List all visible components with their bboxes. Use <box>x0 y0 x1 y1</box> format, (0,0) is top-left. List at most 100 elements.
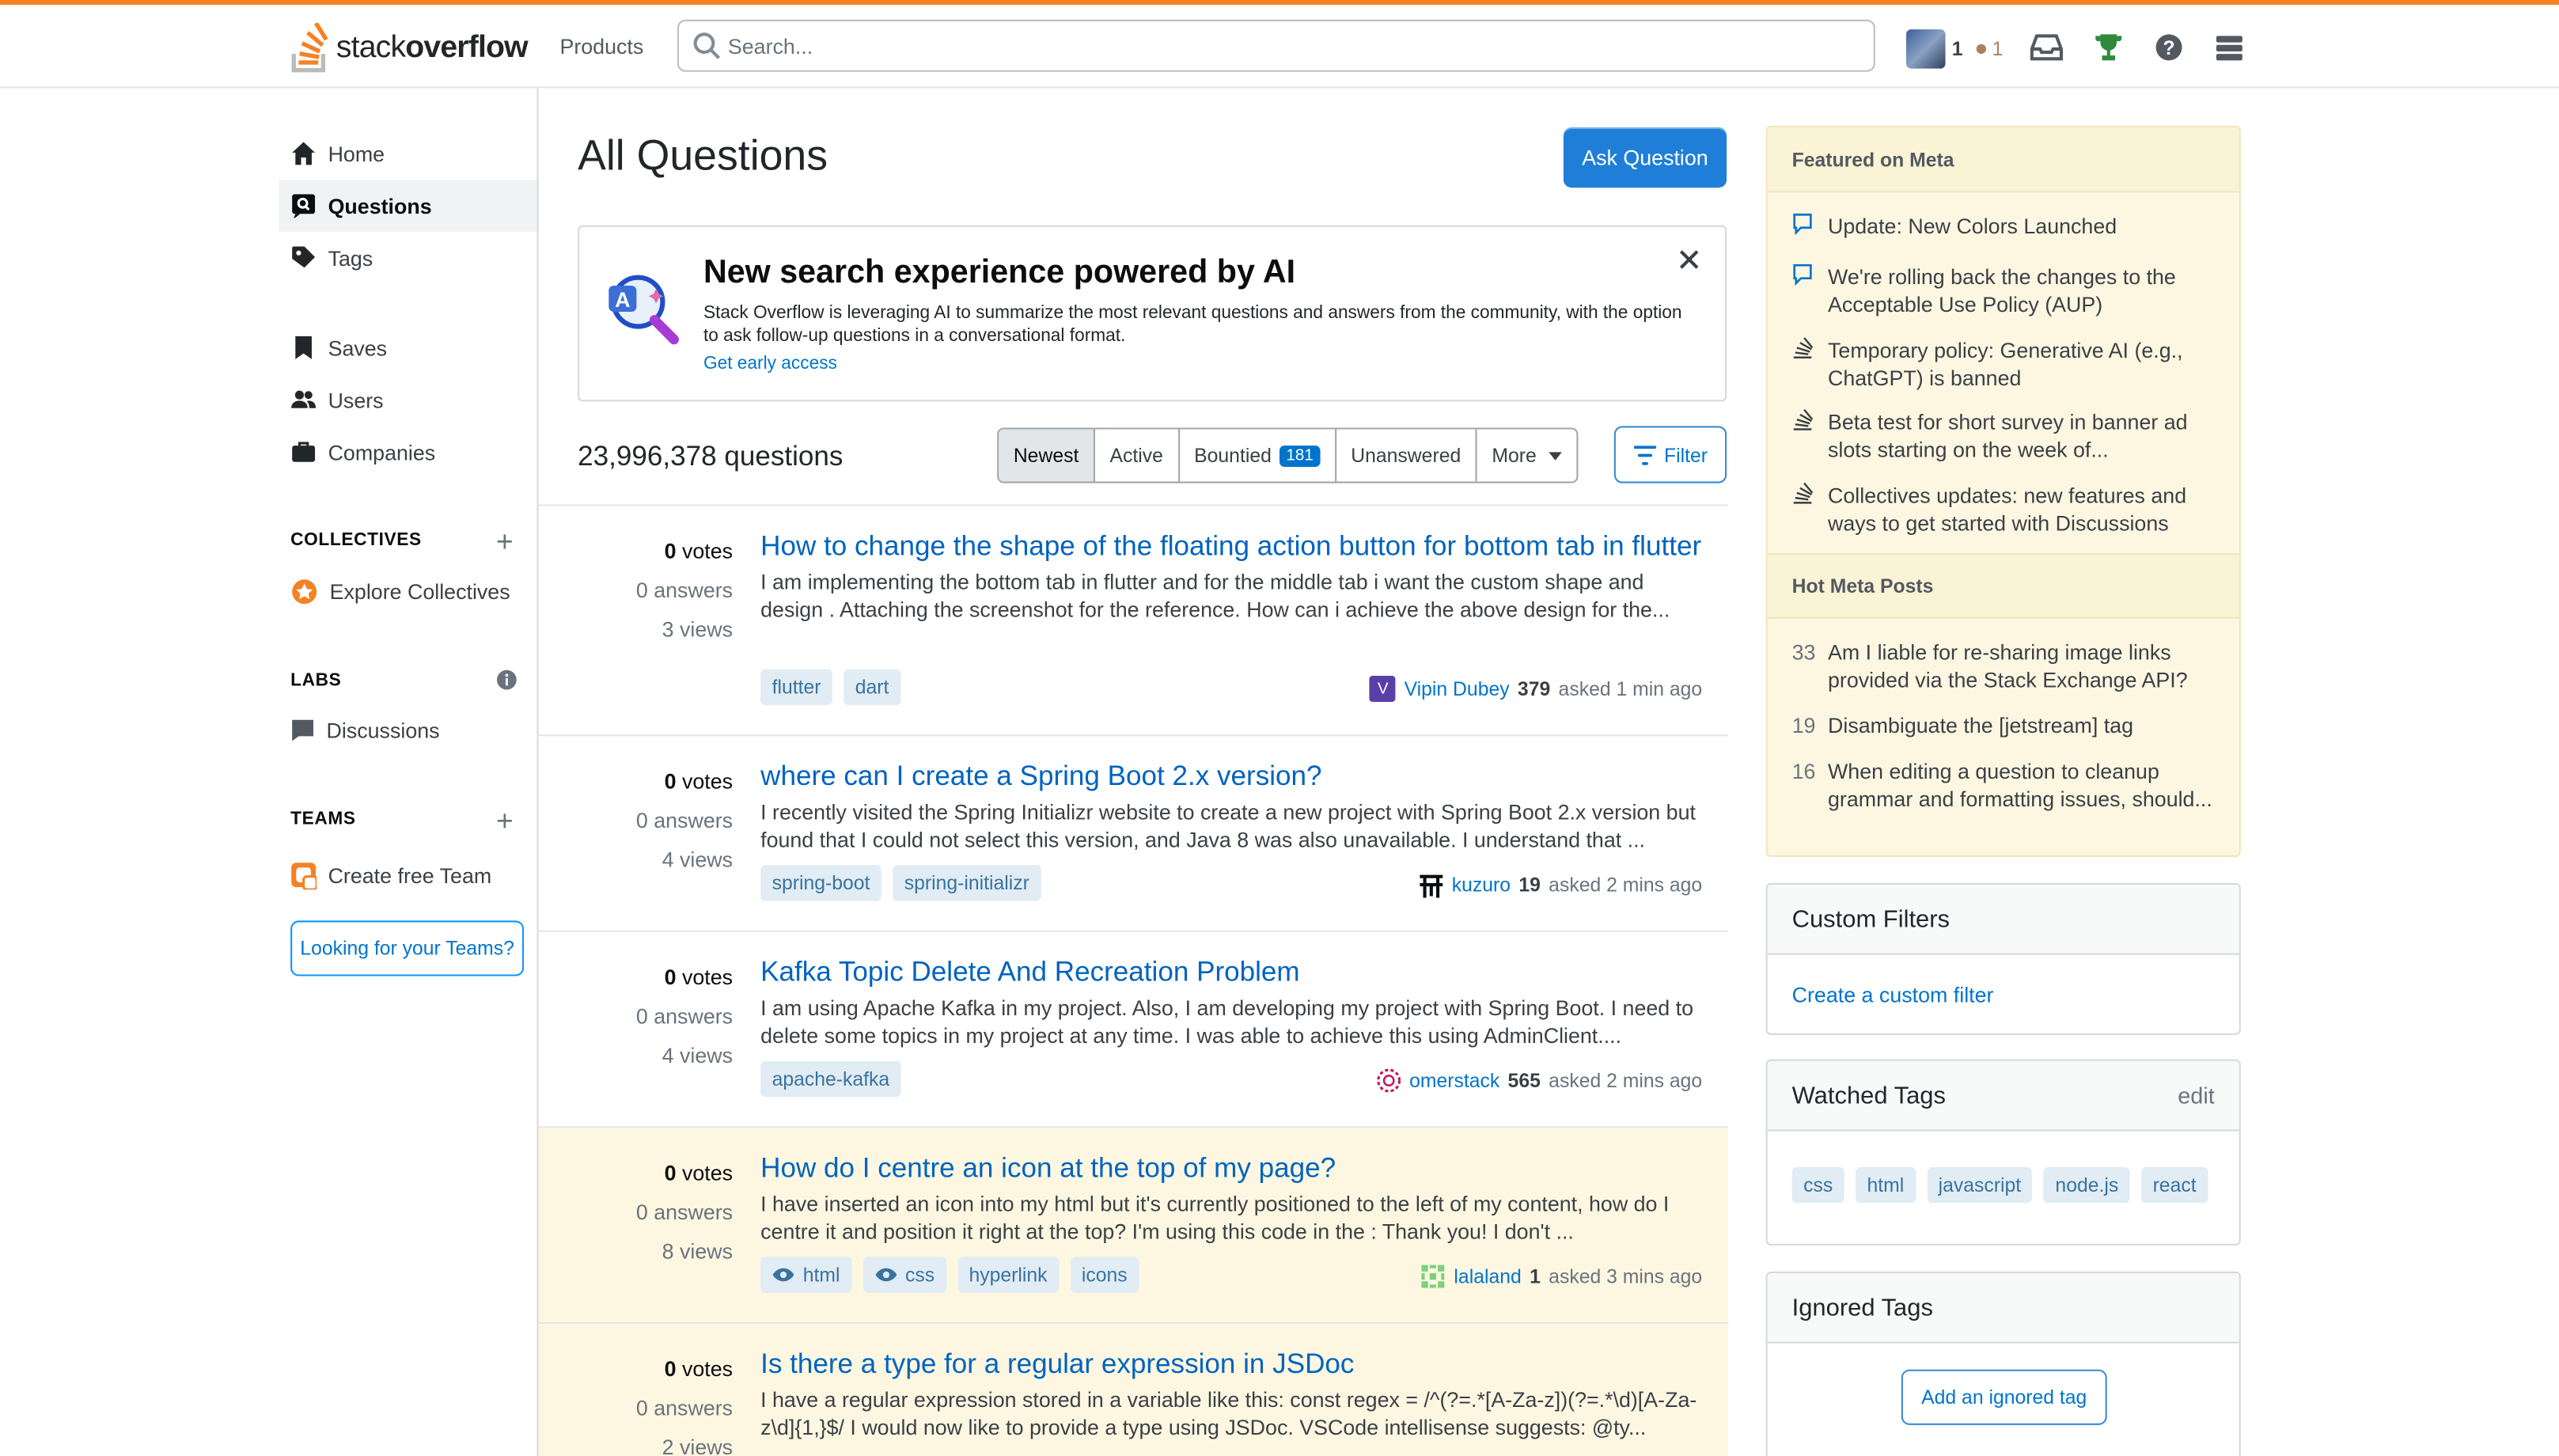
site-switcher-icon[interactable] <box>2215 32 2244 70</box>
avatar[interactable] <box>1375 1067 1401 1094</box>
asked-time[interactable]: asked 3 mins ago <box>1549 1265 1702 1288</box>
vote-count: 0 votes <box>664 768 734 794</box>
left-sidebar <box>0 88 539 1456</box>
tab-active[interactable]: Active <box>1095 429 1180 482</box>
nav-tags[interactable]: Tags <box>279 232 537 284</box>
blog-post-icon <box>1792 263 1828 318</box>
search-bar[interactable] <box>677 19 1875 72</box>
avatar[interactable] <box>1417 872 1443 898</box>
close-icon[interactable] <box>1679 248 1699 278</box>
asked-time[interactable]: asked 2 mins ago <box>1549 874 1702 897</box>
nav-home[interactable]: Home <box>279 127 537 180</box>
nav-discussions[interactable]: Discussions <box>279 703 537 756</box>
products-link[interactable]: Products <box>559 34 643 59</box>
tag-link[interactable]: node.js <box>2043 1166 2130 1204</box>
question-owner: kuzuro 19 asked 2 mins ago <box>1417 870 1702 899</box>
tab-more[interactable]: More <box>1477 430 1578 482</box>
nav-questions[interactable]: Questions <box>279 179 537 232</box>
question-count: 23,996,378 questions <box>578 440 844 472</box>
ignored-tags-heading: Ignored Tags <box>1767 1272 2239 1344</box>
featured-item[interactable]: Beta test for short survey in banner ad … <box>1792 408 2220 464</box>
asked-time[interactable]: asked 1 min ago <box>1559 677 1703 700</box>
question-title-link[interactable]: Is there a type for a regular expression… <box>760 1347 1704 1381</box>
nav-explore-collectives[interactable]: Explore Collectives <box>279 565 537 617</box>
teams-heading: TEAMS <box>290 810 356 829</box>
question-title-link[interactable]: How do I centre an icon at the top of my… <box>760 1151 1704 1185</box>
tab-bountied[interactable]: Bountied 181 <box>1180 429 1336 482</box>
stackoverflow-logo[interactable]: stackoverflow <box>290 20 529 73</box>
nav-create-team[interactable]: Create free Team <box>279 849 537 901</box>
users-icon <box>291 390 317 408</box>
nav-users[interactable]: Users <box>279 373 537 426</box>
ai-banner-description: Stack Overflow is leveraging AI to summa… <box>703 303 1682 347</box>
tag-link-watched[interactable]: css <box>862 1257 946 1293</box>
tag-link[interactable]: javascript <box>1927 1166 2033 1204</box>
tab-newest[interactable]: Newest <box>999 429 1095 482</box>
question-excerpt: I recently visited the Spring Initializr… <box>760 799 1696 852</box>
tag-link[interactable]: react <box>2141 1166 2208 1204</box>
teams-icon <box>291 862 317 889</box>
tag-link[interactable]: hyperlink <box>957 1257 1059 1293</box>
tag-link[interactable]: html <box>1856 1166 1916 1204</box>
tag-link[interactable]: spring-boot <box>760 865 881 901</box>
tag-link[interactable]: css <box>1791 1166 1844 1204</box>
user-link[interactable]: omerstack <box>1409 1069 1499 1092</box>
ask-question-button[interactable]: Ask Question <box>1563 127 1727 188</box>
nav-companies-label: Companies <box>328 439 436 464</box>
question-title-link[interactable]: Kafka Topic Delete And Recreation Proble… <box>760 955 1704 989</box>
user-profile-link[interactable]: 1 1 <box>1906 28 2003 70</box>
meta-stack-icon <box>1792 336 1828 392</box>
nav-saves-label: Saves <box>328 335 388 360</box>
looking-for-teams-button[interactable]: Looking for your Teams? <box>290 920 525 976</box>
tab-unanswered[interactable]: Unanswered <box>1336 429 1477 482</box>
nav-companies[interactable]: Companies <box>279 426 537 478</box>
top-bar: stackoverflow Products 1 1 ? <box>0 0 2559 89</box>
featured-item[interactable]: We're rolling back the changes to the Ac… <box>1792 263 2220 318</box>
avatar[interactable] <box>1420 1264 1446 1290</box>
search-input[interactable] <box>727 29 1838 63</box>
featured-item[interactable]: Update: New Colors Launched <box>1792 212 2220 241</box>
asked-time[interactable]: asked 2 mins ago <box>1549 1069 1702 1092</box>
achievements-icon[interactable] <box>2094 32 2123 70</box>
hot-meta-item[interactable]: 16 When editing a question to cleanup gr… <box>1792 757 2220 813</box>
question-summary-watched: 0 votes 0 answers 8 views How do I centr… <box>538 1128 1729 1324</box>
question-owner: omerstack 565 asked 2 mins ago <box>1375 1066 1702 1095</box>
tag-link[interactable]: icons <box>1070 1257 1139 1293</box>
tag-link[interactable]: dart <box>844 669 900 706</box>
tag-link[interactable]: spring-initializr <box>893 865 1041 901</box>
add-team-icon[interactable]: + <box>496 806 514 836</box>
hot-meta-item[interactable]: 33 Am I liable for re-sharing image link… <box>1792 639 2220 694</box>
question-title-link[interactable]: where can I create a Spring Boot 2.x ver… <box>760 759 1704 793</box>
help-icon[interactable]: ? <box>2155 32 2184 70</box>
tag-link[interactable]: apache-kafka <box>760 1060 901 1098</box>
labs-info-icon[interactable] <box>496 669 517 699</box>
inbox-icon[interactable] <box>2030 32 2063 70</box>
hot-meta-item[interactable]: 19 Disambiguate the [jetstream] tag <box>1792 711 2220 739</box>
view-count: 4 views <box>662 1043 734 1068</box>
questions-icon <box>292 194 316 219</box>
featured-heading: Featured on Meta <box>1767 127 2239 193</box>
eye-icon <box>874 1268 897 1282</box>
vote-count: 0 votes <box>664 1356 734 1382</box>
vote-count: 0 votes <box>664 538 734 563</box>
add-collective-icon[interactable]: + <box>496 527 514 556</box>
tag-link-watched[interactable]: html <box>760 1257 851 1293</box>
tag-icon <box>292 246 316 268</box>
user-link[interactable]: Vipin Dubey <box>1405 677 1510 700</box>
question-title-link[interactable]: How to change the shape of the floating … <box>760 529 1704 563</box>
featured-item[interactable]: Collectives updates: new features and wa… <box>1792 482 2220 537</box>
edit-watched-tags-link[interactable]: edit <box>2178 1083 2215 1109</box>
featured-item[interactable]: Temporary policy: Generative AI (e.g., C… <box>1792 336 2220 392</box>
user-link[interactable]: lalaland <box>1454 1265 1521 1288</box>
filter-button[interactable]: Filter <box>1613 426 1727 483</box>
question-summary: 0 votes 0 answers 3 views How to change … <box>538 506 1729 737</box>
tag-link[interactable]: flutter <box>760 669 832 706</box>
user-link[interactable]: kuzuro <box>1452 874 1511 897</box>
add-ignored-tag-button[interactable]: Add an ignored tag <box>1901 1369 2107 1425</box>
nav-saves[interactable]: Saves <box>279 321 537 373</box>
question-tags: html css hyperlink icons <box>760 1257 1150 1293</box>
get-early-access-link[interactable]: Get early access <box>703 355 837 374</box>
create-custom-filter-link[interactable]: Create a custom filter <box>1792 983 1994 1007</box>
view-count: 3 views <box>662 616 734 642</box>
avatar[interactable]: V <box>1370 675 1397 703</box>
